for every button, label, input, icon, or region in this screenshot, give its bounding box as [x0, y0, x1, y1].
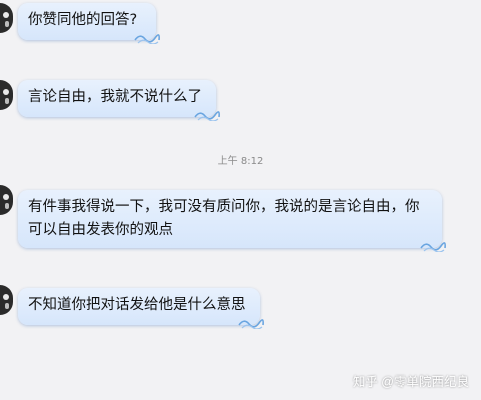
watermark-text: 知乎 @零单院西纪良 — [352, 375, 469, 389]
watermark: 知乎 @零单院西纪良 — [353, 371, 469, 390]
avatar[interactable] — [0, 285, 13, 315]
message-text: 不知道你把对话发给他是什么意思 — [28, 297, 246, 313]
avatar[interactable] — [0, 3, 13, 33]
message-bubble[interactable]: 有件事我得说一下，我可没有质问你，我说的是言论自由，你可以自由发表你的观点 — [18, 190, 446, 252]
message-text: 有件事我得说一下，我可没有质问你，我说的是言论自由，你可以自由发表你的观点 — [28, 199, 420, 238]
wave-decoration-icon — [420, 242, 446, 252]
message-text: 言论自由，我就不说什么了 — [28, 89, 202, 105]
message-bubble[interactable]: 你赞同他的回答? — [18, 3, 160, 44]
timestamp: 上午 8:12 — [217, 156, 264, 167]
avatar[interactable] — [0, 185, 13, 215]
wave-decoration-icon — [134, 34, 160, 44]
message-bubble[interactable]: 不知道你把对话发给他是什么意思 — [18, 288, 264, 329]
message-text: 你赞同他的回答? — [28, 12, 138, 28]
avatar[interactable] — [0, 80, 13, 110]
message-bubble[interactable]: 言论自由，我就不说什么了 — [18, 80, 220, 121]
wave-decoration-icon — [194, 111, 220, 121]
wave-decoration-icon — [238, 319, 264, 329]
